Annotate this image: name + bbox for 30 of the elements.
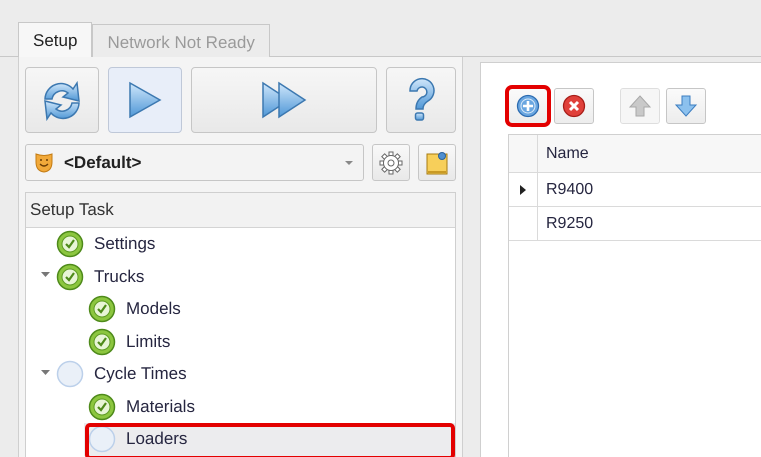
tab[interactable]: Setup bbox=[18, 22, 92, 58]
dropdown-value: <Default> bbox=[64, 152, 142, 172]
profile-dropdown[interactable]: <Default> bbox=[25, 144, 364, 181]
help-button[interactable] bbox=[386, 67, 456, 133]
table-cell-text: R9400 bbox=[545, 180, 594, 200]
refresh-button[interactable] bbox=[25, 67, 99, 133]
fast-forward-button[interactable] bbox=[191, 67, 377, 133]
delete-icon bbox=[562, 94, 586, 118]
tree-item[interactable]: Cycle Times bbox=[26, 358, 455, 390]
settings-button[interactable] bbox=[372, 144, 410, 181]
play-button[interactable] bbox=[108, 67, 182, 133]
down-button[interactable] bbox=[666, 88, 706, 124]
tree-item[interactable]: Limits bbox=[26, 326, 455, 358]
add-icon bbox=[516, 94, 540, 118]
tree-item[interactable]: Materials bbox=[26, 390, 455, 423]
settings-icon bbox=[379, 150, 403, 174]
delete-button[interactable] bbox=[554, 88, 594, 124]
tree-item[interactable]: Models bbox=[26, 293, 455, 326]
add-button[interactable] bbox=[508, 88, 548, 124]
down-arrow-icon bbox=[674, 94, 698, 118]
note-icon bbox=[425, 150, 449, 174]
note-button[interactable] bbox=[418, 144, 456, 181]
mask-icon bbox=[34, 152, 54, 174]
table-cell-text: R9250 bbox=[545, 214, 594, 234]
dropdown-arrow-icon bbox=[345, 160, 353, 164]
tree-item[interactable]: Settings bbox=[26, 228, 455, 260]
panel-header: Setup Task bbox=[26, 193, 455, 228]
up-arrow-icon bbox=[628, 94, 652, 118]
current-row-icon bbox=[520, 184, 526, 194]
tree-item[interactable]: Trucks bbox=[26, 260, 455, 293]
